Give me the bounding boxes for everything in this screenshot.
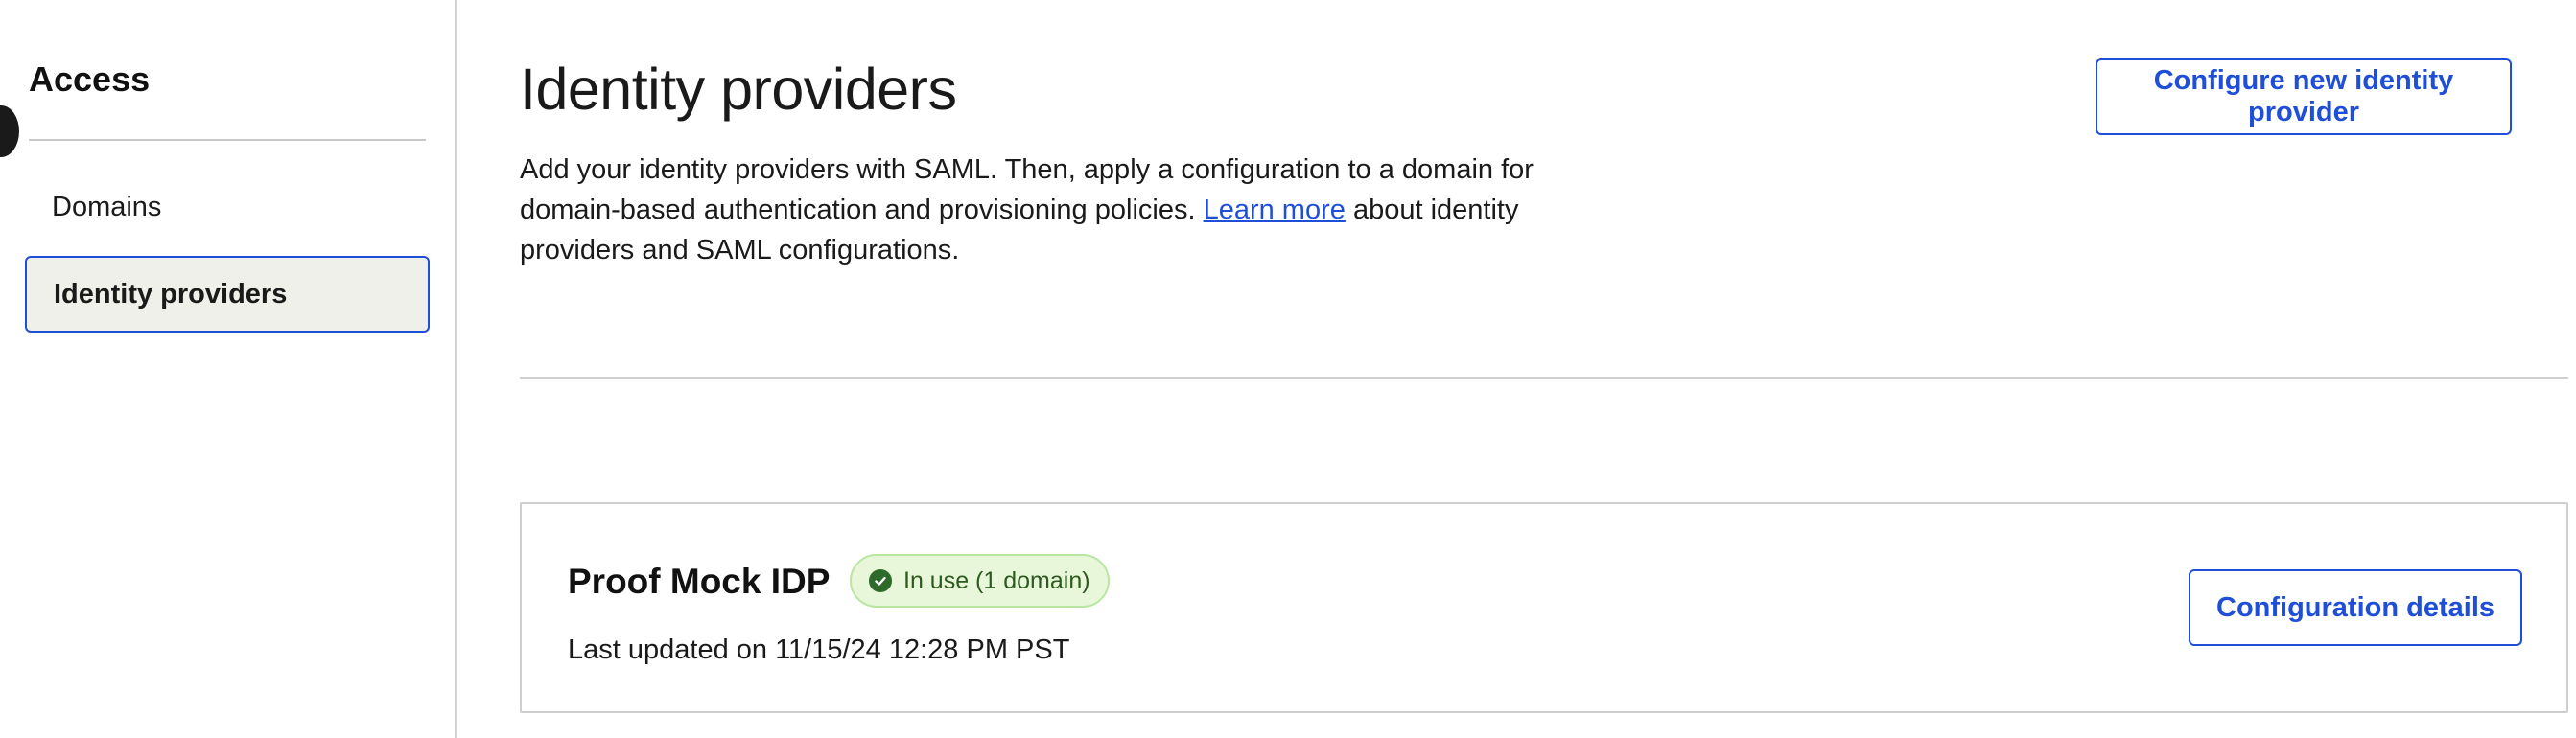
learn-more-link[interactable]: Learn more [1204,195,1346,225]
sidebar-item-identity-providers[interactable]: Identity providers [25,256,430,333]
check-circle-icon [869,569,892,592]
app-page: Access Domains Identity providers Identi… [0,0,2576,738]
idp-last-updated: Last updated on 11/15/24 12:28 PM PST [568,634,1070,665]
sidebar-item-label: Identity providers [54,278,288,310]
sidebar-title: Access [29,59,151,99]
configure-new-idp-button[interactable]: Configure new identity provider [2096,58,2512,135]
main-content: Identity providers Add your identity pro… [520,0,2576,738]
page-title: Identity providers [520,57,957,122]
sidebar-item-domains[interactable]: Domains [25,169,430,245]
sidebar-divider [29,139,426,141]
sidebar-item-label: Domains [52,191,162,222]
sidebar: Access Domains Identity providers [0,0,457,738]
idp-card: Proof Mock IDP In use (1 domain) Last up… [520,502,2568,713]
page-description: Add your identity providers with SAML. T… [520,150,1575,270]
section-divider [520,377,2568,379]
status-badge: In use (1 domain) [850,554,1110,608]
idp-name: Proof Mock IDP [568,562,831,601]
status-badge-label: In use (1 domain) [903,566,1090,594]
sidebar-collapse-handle[interactable] [0,105,19,157]
configuration-details-button[interactable]: Configuration details [2189,569,2522,646]
